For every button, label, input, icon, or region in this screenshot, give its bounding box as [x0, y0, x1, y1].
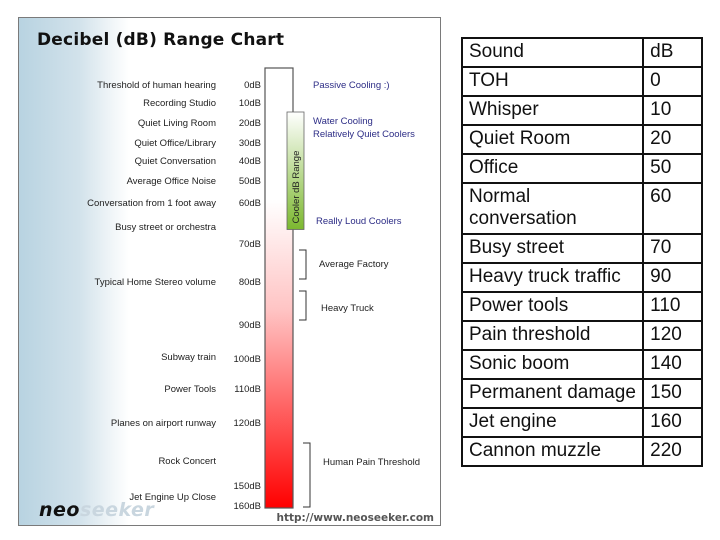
range-annotation-label: Human Pain Threshold	[323, 457, 420, 468]
logo-neo: neo	[39, 499, 80, 521]
axis-tick-label: 150dB	[234, 481, 261, 492]
header-sound: Sound	[460, 37, 645, 68]
sound-label: Planes on airport runway	[111, 418, 216, 429]
logo-seeker: seeker	[79, 499, 155, 521]
cell-db: 140	[642, 349, 703, 380]
cell-db: 90	[642, 262, 703, 293]
sound-label: Recording Studio	[143, 98, 216, 109]
axis-tick-label: 20dB	[239, 118, 261, 129]
axis-tick-label: 60dB	[239, 198, 261, 209]
axis-tick-label: 110dB	[234, 384, 261, 395]
cooler-label: Water Cooling	[313, 116, 373, 127]
axis-tick-label: 90dB	[239, 320, 261, 331]
cell-db: 10	[642, 95, 703, 126]
table-row: Sonic boom 140	[460, 349, 703, 380]
range-annotation-label: Average Factory	[319, 259, 389, 270]
table-header-row: Sound dB	[460, 37, 703, 68]
cooler-range-label: Cooler dB Range	[291, 151, 302, 224]
range-bracket	[299, 249, 307, 280]
cell-sound: TOH	[460, 66, 645, 97]
sound-label: Threshold of human hearing	[97, 80, 216, 91]
range-annotation-label: Heavy Truck	[321, 303, 374, 314]
cooler-label: Passive Cooling :)	[313, 80, 390, 91]
sound-db-table: Sound dB TOH 0 Whisper 10 Quiet Room 20 Office…	[460, 37, 703, 467]
table-row: Pain threshold 120	[460, 320, 703, 351]
cooler-label: Relatively Quiet Coolers	[313, 129, 415, 140]
cell-db: 120	[642, 320, 703, 351]
cell-db: 150	[642, 378, 703, 409]
cell-sound: Office	[460, 153, 645, 184]
table-row: Power tools 110	[460, 291, 703, 322]
table-row: Quiet Room 20	[460, 124, 703, 155]
axis-tick-label: 10dB	[239, 98, 261, 109]
neoseeker-logo: neoseeker	[39, 499, 154, 521]
axis-tick-label: 40dB	[239, 156, 261, 167]
cell-db: 50	[642, 153, 703, 184]
cell-sound: Cannon muzzle	[460, 436, 645, 467]
cell-sound: Heavy truck traffic	[460, 262, 645, 293]
cell-sound: Busy street	[460, 233, 645, 264]
sound-label: Typical Home Stereo volume	[95, 277, 216, 288]
sound-label: Quiet Conversation	[135, 156, 216, 167]
header-db: dB	[642, 37, 703, 68]
sound-label: Subway train	[161, 352, 216, 363]
cell-db: 20	[642, 124, 703, 155]
axis-tick-label: 120dB	[234, 418, 261, 429]
axis-tick-label: 80dB	[239, 277, 261, 288]
table-row: Permanent damage 150	[460, 378, 703, 409]
sound-label: Power Tools	[164, 384, 216, 395]
range-bracket	[303, 442, 311, 508]
axis-tick-label: 160dB	[234, 501, 261, 512]
cooler-label: Really Loud Coolers	[316, 216, 402, 227]
sound-label: Busy street or orchestra	[115, 222, 217, 233]
table-row: Heavy truck traffic 90	[460, 262, 703, 293]
chart-canvas: Cooler dB Range 0dB 10dB 20dB 30dB 40dB 50dB 60…	[87, 67, 420, 512]
table-row: Office 50	[460, 153, 703, 184]
cell-sound: Quiet Room	[460, 124, 645, 155]
axis-tick-label: 0dB	[244, 80, 261, 91]
axis-tick-label: 30dB	[239, 138, 261, 149]
cell-sound: Pain threshold	[460, 320, 645, 351]
cell-db: 220	[642, 436, 703, 467]
sound-label: Quiet Office/Library	[134, 138, 216, 149]
cell-sound: Whisper	[460, 95, 645, 126]
cell-db: 110	[642, 291, 703, 322]
table-row: TOH 0	[460, 66, 703, 97]
cell-db: 70	[642, 233, 703, 264]
site-url[interactable]: http://www.neoseeker.com	[277, 512, 435, 524]
cell-db: 0	[642, 66, 703, 97]
table-row: Whisper 10	[460, 95, 703, 126]
range-bracket	[299, 290, 307, 321]
cell-db: 160	[642, 407, 703, 438]
table-row: Busy street 70	[460, 233, 703, 264]
axis-tick-label: 70dB	[239, 239, 261, 250]
table-row: Normal conversation 60	[460, 182, 703, 235]
cell-sound: Sonic boom	[460, 349, 645, 380]
cell-db: 60	[642, 182, 703, 235]
table-row: Jet engine 160	[460, 407, 703, 438]
sound-label: Rock Concert	[158, 456, 216, 467]
cell-sound: Power tools	[460, 291, 645, 322]
decibel-range-chart: Decibel (dB) Range Chart Cooler dB Range…	[18, 17, 441, 526]
cell-sound: Permanent damage	[460, 378, 645, 409]
axis-tick-label: 50dB	[239, 176, 261, 187]
axis-tick-label: 100dB	[234, 354, 261, 365]
cell-sound: Normal conversation	[460, 182, 645, 235]
sound-label: Conversation from 1 foot away	[87, 198, 216, 209]
cell-sound: Jet engine	[460, 407, 645, 438]
sound-label: Average Office Noise	[127, 176, 216, 187]
sound-label: Quiet Living Room	[138, 118, 216, 129]
table-row: Cannon muzzle 220	[460, 436, 703, 467]
